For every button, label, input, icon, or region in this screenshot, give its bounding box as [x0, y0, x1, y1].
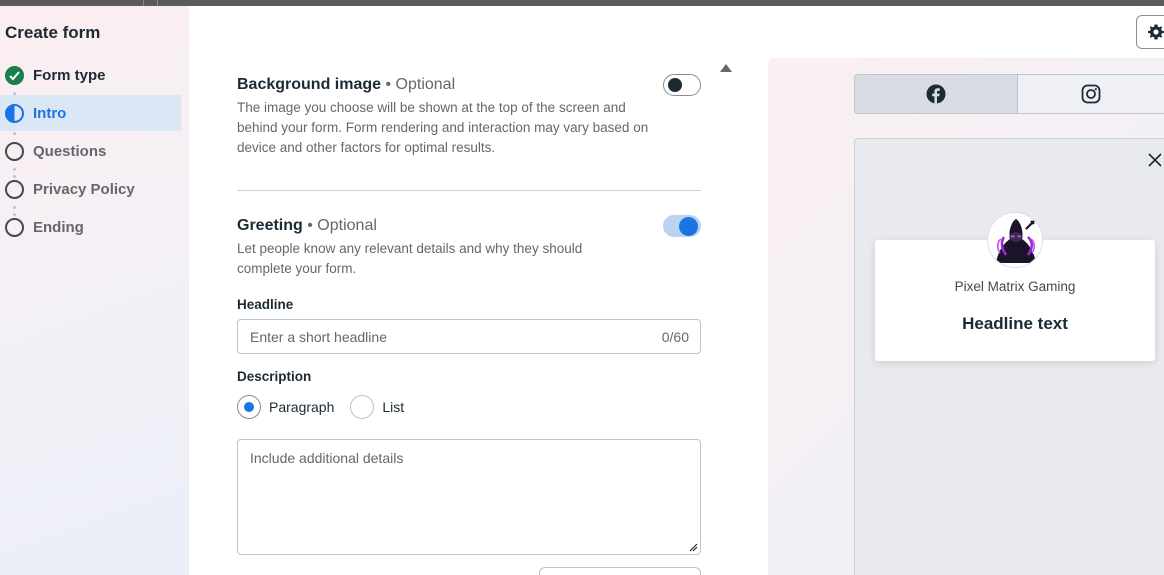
preview-headline: Headline text	[962, 314, 1068, 333]
step-intro[interactable]: Intro	[0, 95, 181, 131]
section-title-text: Background image	[237, 76, 382, 93]
background-image-title: Background image • Optional	[237, 76, 455, 94]
check-circle-icon	[5, 65, 24, 85]
paragraph-radio-label[interactable]: Paragraph	[269, 399, 334, 415]
form-editor: Background image • Optional The image yo…	[189, 6, 749, 575]
step-label: Form type	[33, 66, 106, 84]
resize-grip-icon[interactable]	[689, 543, 698, 552]
toggle-knob	[668, 78, 682, 92]
description-format-group: Paragraph List	[237, 395, 420, 419]
details-textarea[interactable]	[238, 440, 700, 554]
description-label: Description	[237, 369, 312, 384]
page-name: Pixel Matrix Gaming	[954, 279, 1076, 294]
paragraph-radio[interactable]	[237, 395, 261, 419]
step-privacy-policy[interactable]: Privacy Policy	[0, 171, 181, 207]
list-radio[interactable]	[350, 395, 375, 419]
headline-input[interactable]	[238, 320, 618, 353]
sidebar-title: Create form	[5, 23, 101, 42]
empty-circle-icon	[5, 141, 24, 161]
gear-icon	[1148, 24, 1164, 40]
toggle-knob	[679, 217, 698, 236]
step-form-type[interactable]: Form type	[0, 57, 181, 93]
greeting-description: Let people know any relevant details and…	[237, 241, 583, 276]
scroll-up-arrow-icon[interactable]	[720, 64, 732, 72]
hooded-gamer-logo	[988, 213, 1042, 267]
background-image-toggle[interactable]	[663, 74, 701, 96]
step-label: Intro	[33, 104, 67, 122]
headline-char-counter: 0/60	[661, 329, 689, 345]
step-label: Privacy Policy	[33, 180, 135, 198]
settings-button[interactable]	[1136, 15, 1164, 49]
half-circle-icon	[5, 103, 24, 123]
instagram-icon	[1081, 84, 1101, 104]
phone-preview: Pixel Matrix Gaming Headline text	[854, 138, 1164, 575]
optional-tag: • Optional	[307, 217, 377, 234]
headline-field: 0/60	[237, 319, 701, 354]
page-avatar	[987, 212, 1043, 268]
details-field	[237, 439, 701, 555]
empty-circle-icon	[5, 217, 24, 237]
platform-tabs	[854, 74, 1164, 114]
greeting-title: Greeting • Optional	[237, 217, 377, 235]
form-preview-panel: Pixel Matrix Gaming Headline text	[768, 58, 1164, 575]
background-image-description: The image you choose will be shown at th…	[237, 100, 649, 155]
facebook-icon	[926, 84, 946, 104]
section-title-text: Greeting	[237, 217, 303, 234]
partial-bottom-button[interactable]	[539, 567, 701, 575]
step-label: Ending	[33, 218, 84, 236]
tab-facebook[interactable]	[855, 75, 1018, 113]
optional-tag: • Optional	[385, 76, 456, 93]
section-divider	[237, 190, 701, 191]
empty-circle-icon	[5, 179, 24, 199]
close-icon[interactable]	[1146, 151, 1164, 169]
greeting-toggle[interactable]	[663, 215, 701, 237]
tab-instagram[interactable]	[1018, 75, 1164, 113]
step-questions[interactable]: Questions	[0, 133, 181, 169]
list-radio-label[interactable]: List	[382, 399, 404, 415]
headline-label: Headline	[237, 297, 294, 312]
step-label: Questions	[33, 142, 107, 160]
step-ending[interactable]: Ending	[0, 209, 181, 245]
sidebar: Create form Form type Intro Questions Pr…	[0, 6, 189, 575]
